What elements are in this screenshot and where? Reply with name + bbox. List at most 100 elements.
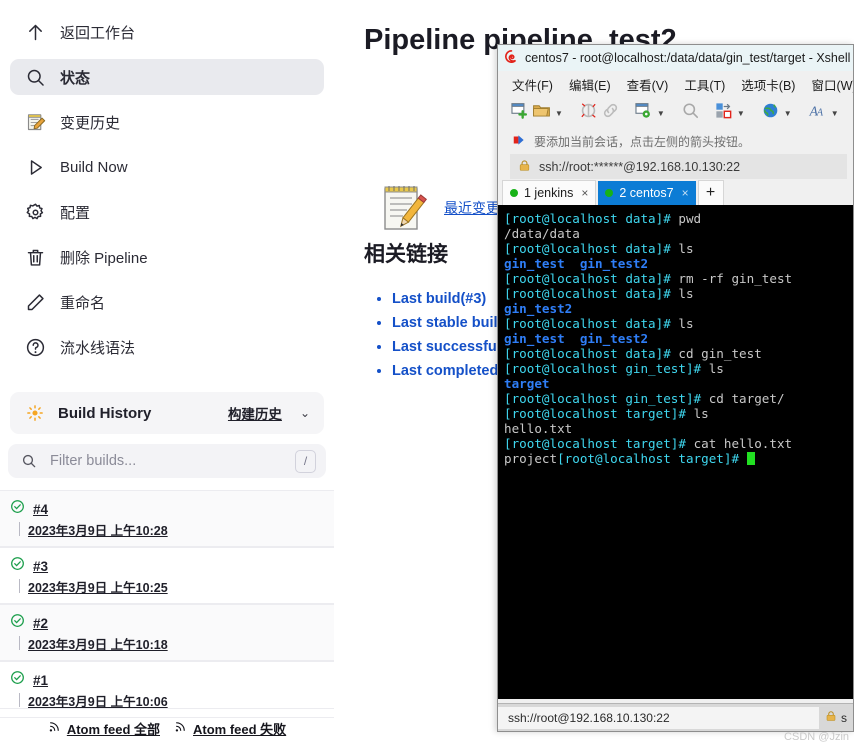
terminal-segment: [root@localhost gin_test]#: [504, 391, 709, 406]
xshell-window[interactable]: centos7 - root@localhost:/data/data/gin_…: [497, 44, 854, 732]
sidebar-item-label: 删除 Pipeline: [60, 249, 148, 267]
terminal-segment: [root@localhost data]#: [504, 286, 679, 301]
atom-feed-label: Atom feed 全部: [66, 721, 160, 737]
font-dropdown-caret[interactable]: ▼: [831, 109, 839, 118]
close-icon[interactable]: ×: [682, 186, 689, 200]
filter-builds-placeholder: Filter builds...: [50, 453, 137, 469]
build-date-link[interactable]: 2023年3月9日 上午10:06: [28, 691, 168, 710]
related-link[interactable]: Last build(#3): [392, 291, 486, 307]
disconnect-icon: [579, 101, 598, 125]
build-history-link[interactable]: 构建历史: [228, 403, 282, 423]
build-row[interactable]: #2 2023年3月9日 上午10:18: [0, 604, 334, 661]
terminal-segment: pwd: [678, 211, 702, 226]
atom-feed-link[interactable]: Atom feed 失败: [174, 719, 286, 738]
sidebar-item-label: 返回工作台: [60, 24, 136, 42]
new-tab-button[interactable]: +: [697, 180, 724, 205]
search-icon: [24, 66, 46, 88]
recent-changes-link[interactable]: 最近变更: [444, 198, 500, 218]
globe-dropdown-caret[interactable]: ▼: [784, 109, 792, 118]
open-folder-dropdown-caret[interactable]: ▼: [555, 109, 563, 118]
search-icon: [18, 450, 40, 472]
xshell-address-bar[interactable]: ssh://root:******@192.168.10.130:22: [510, 154, 847, 179]
terminal-segment: ls: [678, 241, 694, 256]
terminal-segment: [root@localhost target]#: [504, 436, 694, 451]
sidebar-item-3[interactable]: 变更历史: [10, 104, 324, 140]
terminal-segment: ls: [708, 361, 724, 376]
gear-icon: [24, 201, 46, 223]
build-date-link[interactable]: 2023年3月9日 上午10:18: [28, 634, 168, 653]
build-date-link[interactable]: 2023年3月9日 上午10:25: [28, 577, 168, 596]
sidebar-item-label: 配置: [60, 204, 91, 222]
link-icon: [601, 101, 620, 125]
session-tab-1[interactable]: 1 jenkins ×: [502, 180, 597, 205]
new-session-icon[interactable]: [510, 101, 529, 125]
sidebar-item-2[interactable]: 状态: [10, 59, 324, 95]
build-history-header: Build History 构建历史 ⌄: [10, 392, 324, 434]
menu-item-2[interactable]: 编辑(E): [569, 75, 611, 94]
terminal-line: gin_test2: [504, 301, 853, 316]
sidebar-item-7[interactable]: 重命名: [10, 284, 324, 320]
menu-item-4[interactable]: 工具(T): [684, 75, 725, 94]
sidebar-item-label: 重命名: [60, 294, 106, 312]
terminal-segment: hello.txt: [504, 421, 573, 436]
play-icon: [24, 156, 46, 178]
sidebar-item-5[interactable]: 配置: [10, 194, 324, 230]
sidebar-item-1[interactable]: 返回工作台: [10, 14, 324, 50]
screenshot-root: 返回工作台状态变更历史 Build Now 配置删除 Pipeline 重命名流水线语…: [0, 0, 854, 746]
close-icon[interactable]: ×: [581, 186, 588, 200]
xshell-title-bar[interactable]: centos7 - root@localhost:/data/data/gin_…: [498, 45, 853, 71]
terminal-segment: ls: [678, 286, 694, 301]
build-number-link[interactable]: #4: [33, 502, 48, 517]
menu-item-5[interactable]: 选项卡(B): [741, 75, 795, 94]
xshell-tab-strip: 1 jenkins × 2 centos7 × +: [498, 179, 853, 205]
xshell-status-left: ssh://root@192.168.10.130:22: [498, 706, 819, 729]
font-icon[interactable]: A A: [808, 101, 827, 125]
terminal-segment: gin_test gin_test2: [504, 256, 649, 271]
build-connector: [19, 522, 20, 536]
build-status-icon: [10, 613, 25, 633]
sidebar-item-4[interactable]: Build Now: [10, 149, 324, 185]
build-number-link[interactable]: #2: [33, 616, 48, 631]
file-transfer-dropdown-caret[interactable]: ▼: [737, 109, 745, 118]
question-circle-icon: [24, 336, 46, 358]
sun-icon: [24, 402, 46, 424]
terminal-segment: [root@localhost target]#: [504, 406, 694, 421]
red-arrow-icon: [512, 133, 526, 150]
build-row[interactable]: #3 2023年3月9日 上午10:25: [0, 547, 334, 604]
atom-feed-link[interactable]: Atom feed 全部: [48, 719, 160, 738]
tab-status-dot: [605, 189, 614, 197]
xshell-toolbar: ▼ ▼ ▼ ▼ A A ▼: [498, 98, 853, 128]
xshell-notice-text: 要添加当前会话，点击左侧的箭头按钮。: [534, 134, 751, 149]
session-tab-2[interactable]: 2 centos7 ×: [598, 181, 696, 205]
build-status-icon: [10, 556, 25, 576]
terminal-segment: gin_test2: [504, 301, 573, 316]
build-number-link[interactable]: #3: [33, 559, 48, 574]
xshell-status-right-text: s: [841, 710, 847, 725]
build-date-link[interactable]: 2023年3月9日 上午10:28: [28, 520, 168, 539]
jenkins-sidebar: 返回工作台状态变更历史 Build Now 配置删除 Pipeline 重命名流水线语…: [0, 0, 334, 746]
build-number-link[interactable]: #1: [33, 673, 48, 688]
session-properties-dropdown-caret[interactable]: ▼: [657, 109, 665, 118]
sidebar-item-8[interactable]: 流水线语法: [10, 329, 324, 365]
globe-icon[interactable]: [761, 101, 780, 125]
menu-item-6[interactable]: 窗口(W): [811, 75, 853, 94]
build-row[interactable]: #4 2023年3月9日 上午10:28: [0, 490, 334, 547]
sidebar-item-6[interactable]: 删除 Pipeline: [10, 239, 324, 275]
xshell-terminal[interactable]: [root@localhost data]# pwd/data/data [roo…: [498, 205, 853, 699]
menu-item-1[interactable]: 文件(F): [512, 75, 553, 94]
terminal-line: gin_test gin_test2: [504, 256, 853, 271]
file-transfer-icon[interactable]: [714, 101, 733, 125]
find-icon[interactable]: [681, 101, 700, 125]
terminal-line: [root@localhost data]# ls: [504, 241, 853, 256]
open-folder-icon[interactable]: [532, 101, 551, 125]
filter-builds-input[interactable]: Filter builds... /: [8, 444, 326, 478]
rss-icon: [48, 719, 62, 738]
related-links-title: 相关链接: [364, 243, 448, 266]
menu-item-3[interactable]: 查看(V): [627, 75, 669, 94]
atom-feed-label: Atom feed 失败: [193, 721, 287, 737]
chevron-down-icon[interactable]: ⌄: [300, 406, 310, 420]
terminal-line: hello.txt: [504, 421, 853, 436]
notepad-pencil-icon: [381, 184, 429, 236]
related-link[interactable]: Last stable build: [392, 315, 506, 331]
session-properties-icon[interactable]: [634, 101, 653, 125]
